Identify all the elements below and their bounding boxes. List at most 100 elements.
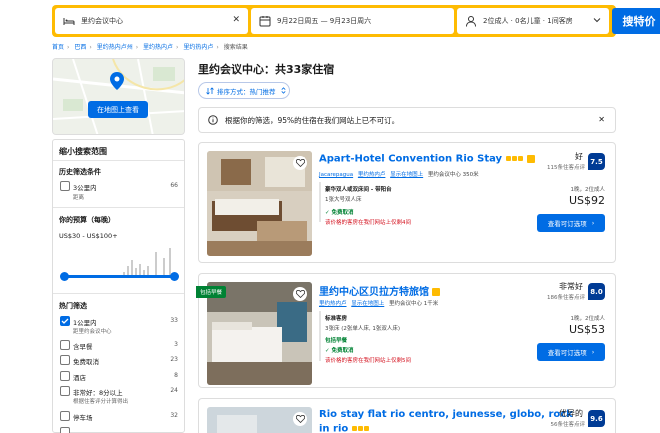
destination-input[interactable]: 里约会议中心 ✕ xyxy=(55,8,248,34)
breadcrumb-item[interactable]: 里约热内卢 xyxy=(183,44,213,51)
rating-label: 非常好 xyxy=(559,282,583,291)
room-bed: 3张床 (2张单人床, 1张双人床) xyxy=(325,326,401,332)
room-info: 豪华双人或双床间 - 带阳台 1张大号双人床 ✓ 免费取消 该价格的客房在我们网… xyxy=(325,185,411,226)
budget-slider-max-handle[interactable] xyxy=(170,272,179,281)
property-card: Apart-Hotel Convention Rio Stay Jacarepa… xyxy=(198,142,616,263)
filter-sub: 距里约会议中心 xyxy=(73,329,112,335)
property-photo[interactable] xyxy=(207,407,312,433)
star-rating-icon xyxy=(352,423,370,433)
clear-icon[interactable]: ✕ xyxy=(232,15,240,25)
info-icon xyxy=(208,115,218,125)
checkbox-parking[interactable] xyxy=(60,411,70,421)
location-link[interactable]: 里约热内卢 xyxy=(358,172,386,178)
property-name[interactable]: Rio stay flat rio centro, jeunesse, glob… xyxy=(319,409,573,420)
search-button[interactable]: 搜特价 xyxy=(612,8,660,34)
breadcrumb: 首页 › 巴西 › 里约热内卢州 › 里约热内卢 › 里约热内卢 › 搜索结果 xyxy=(52,44,248,51)
filter-sub: 根据住客评分计算得出 xyxy=(73,399,129,405)
breakfast-included: 包括早餐 xyxy=(325,338,348,344)
guests-selector[interactable]: 2位成人 · 0名儿童 · 1间客房 xyxy=(457,8,609,34)
guests-value: 2位成人 · 0名儿童 · 1间客房 xyxy=(483,17,573,25)
property-name[interactable]: Apart-Hotel Convention Rio Stay xyxy=(319,153,536,165)
property-name-text: Rio stay flat rio centro, jeunesse, glob… xyxy=(319,409,573,420)
sort-dropdown[interactable]: 排序方式：热门推荐 xyxy=(198,82,290,99)
history-title: 历史筛选条件 xyxy=(59,168,101,176)
breadcrumb-current: 搜索结果 xyxy=(223,44,248,51)
breadcrumb-item[interactable]: 里约热内卢 xyxy=(143,44,173,51)
checkbox-breakfast[interactable] xyxy=(60,340,70,350)
filter-label: 1公里内 xyxy=(73,319,97,327)
review-count: 115条住客点评 xyxy=(547,165,585,171)
popular-title: 热门筛选 xyxy=(59,302,87,310)
star-rating-icon xyxy=(506,153,524,164)
heart-icon[interactable] xyxy=(293,156,307,170)
checkbox-history-3km[interactable] xyxy=(60,181,70,191)
price: US$53 xyxy=(568,323,605,336)
chevron-updown-icon xyxy=(280,87,286,94)
filter-count: 32 xyxy=(170,412,178,419)
sort-icon xyxy=(206,86,214,95)
check-icon xyxy=(61,318,69,324)
show-on-map-link[interactable]: 显示在地图上 xyxy=(390,172,423,178)
location-link[interactable]: Jacarepagua xyxy=(319,172,353,178)
review-count: 56条住客点评 xyxy=(550,422,586,428)
property-name-text: Apart-Hotel Convention Rio Stay xyxy=(319,153,503,165)
filter-count: 3 xyxy=(174,341,178,348)
property-card: Rio stay flat rio centro, jeunesse, glob… xyxy=(198,398,616,433)
property-photo[interactable] xyxy=(207,151,312,256)
filter-sub: 距离 xyxy=(73,195,85,201)
free-cancel: ✓ 免费取消 xyxy=(325,348,354,354)
property-card: 包括早餐 里约中心区贝拉方特旅馆 里约热内卢 显示在地图上 里约会议中心 1千米… xyxy=(196,273,616,388)
checkbox-hotel[interactable] xyxy=(60,371,70,381)
room-name: 豪华双人或双床间 - 带阳台 xyxy=(325,187,392,193)
see-availability-button[interactable]: 查看可订选项 › xyxy=(537,214,605,232)
map-pin-icon xyxy=(110,72,124,90)
date-picker[interactable]: 9月22日周五 — 9月23日周六 xyxy=(251,8,454,34)
filter-label: 含早餐 xyxy=(73,343,93,351)
checkbox-very-good[interactable] xyxy=(60,386,70,396)
checkbox-free-cancel[interactable] xyxy=(60,355,70,365)
heart-icon[interactable] xyxy=(293,412,307,426)
budget-slider-track[interactable] xyxy=(63,275,176,278)
chevron-down-icon xyxy=(593,18,601,23)
review-score[interactable]: 7.5 xyxy=(588,153,605,170)
nights-guests: 1晚，2位成人 xyxy=(570,316,606,322)
property-name[interactable]: 里约中心区贝拉方特旅馆 xyxy=(319,283,440,298)
room-name: 标准客房 xyxy=(325,316,348,322)
filter-label: 3公里内 xyxy=(73,184,97,192)
review-count: 186条住客点评 xyxy=(547,295,585,301)
see-availability-button[interactable]: 查看可订选项 › xyxy=(537,343,605,361)
room-bed: 1张大号双人床 xyxy=(325,197,362,203)
distance-text: 里约会议中心 1千米 xyxy=(389,301,439,307)
property-location: Jacarepagua 里约热内卢 显示在地图上 里约会议中心 350米 xyxy=(319,170,479,178)
checkbox-more[interactable] xyxy=(60,427,70,433)
breakfast-badge: 包括早餐 xyxy=(196,286,227,298)
availability-notice: 根据你的筛选，95%的住宿在我们网站上已不可订。 ✕ xyxy=(198,107,616,133)
rating-label: 优异的 xyxy=(559,409,583,418)
budget-title: 你的预算（每晚） xyxy=(59,216,115,224)
button-label: 查看可订选项 xyxy=(547,220,587,228)
close-icon[interactable]: ✕ xyxy=(598,115,605,124)
scarcity-warning: 该价格的客房在我们网站上仅剩4间 xyxy=(325,220,412,226)
notice-text: 根据你的筛选，95%的住宿在我们网站上已不可订。 xyxy=(225,115,400,125)
show-on-map-button[interactable]: 在地图上查看 xyxy=(88,101,148,118)
heart-icon[interactable] xyxy=(293,287,307,301)
search-bar: 里约会议中心 ✕ 9月22日周五 — 9月23日周六 2位成人 · 0名儿童 ·… xyxy=(52,5,660,37)
review-score[interactable]: 9.6 xyxy=(588,410,605,427)
distance-text: 里约会议中心 350米 xyxy=(427,172,479,178)
chevron-right-icon: › xyxy=(591,348,595,356)
breadcrumb-item[interactable]: 巴西 xyxy=(74,44,86,51)
destination-value: 里约会议中心 xyxy=(81,17,123,25)
show-on-map-link[interactable]: 显示在地图上 xyxy=(351,301,384,307)
review-score[interactable]: 8.0 xyxy=(588,283,605,300)
breadcrumb-item[interactable]: 首页 xyxy=(52,44,64,51)
budget-histogram xyxy=(123,248,171,278)
budget-slider-min-handle[interactable] xyxy=(60,272,69,281)
checkbox-within-1km[interactable] xyxy=(60,316,70,326)
map-thumbnail[interactable] xyxy=(52,58,185,135)
location-link[interactable]: 里约热内卢 xyxy=(319,301,347,307)
divider xyxy=(53,207,184,208)
breadcrumb-item[interactable]: 里约热内卢州 xyxy=(97,44,133,51)
thumbs-up-icon xyxy=(432,288,440,296)
property-name-line2[interactable]: in rio xyxy=(319,423,370,433)
property-name-text: in rio xyxy=(319,423,349,433)
